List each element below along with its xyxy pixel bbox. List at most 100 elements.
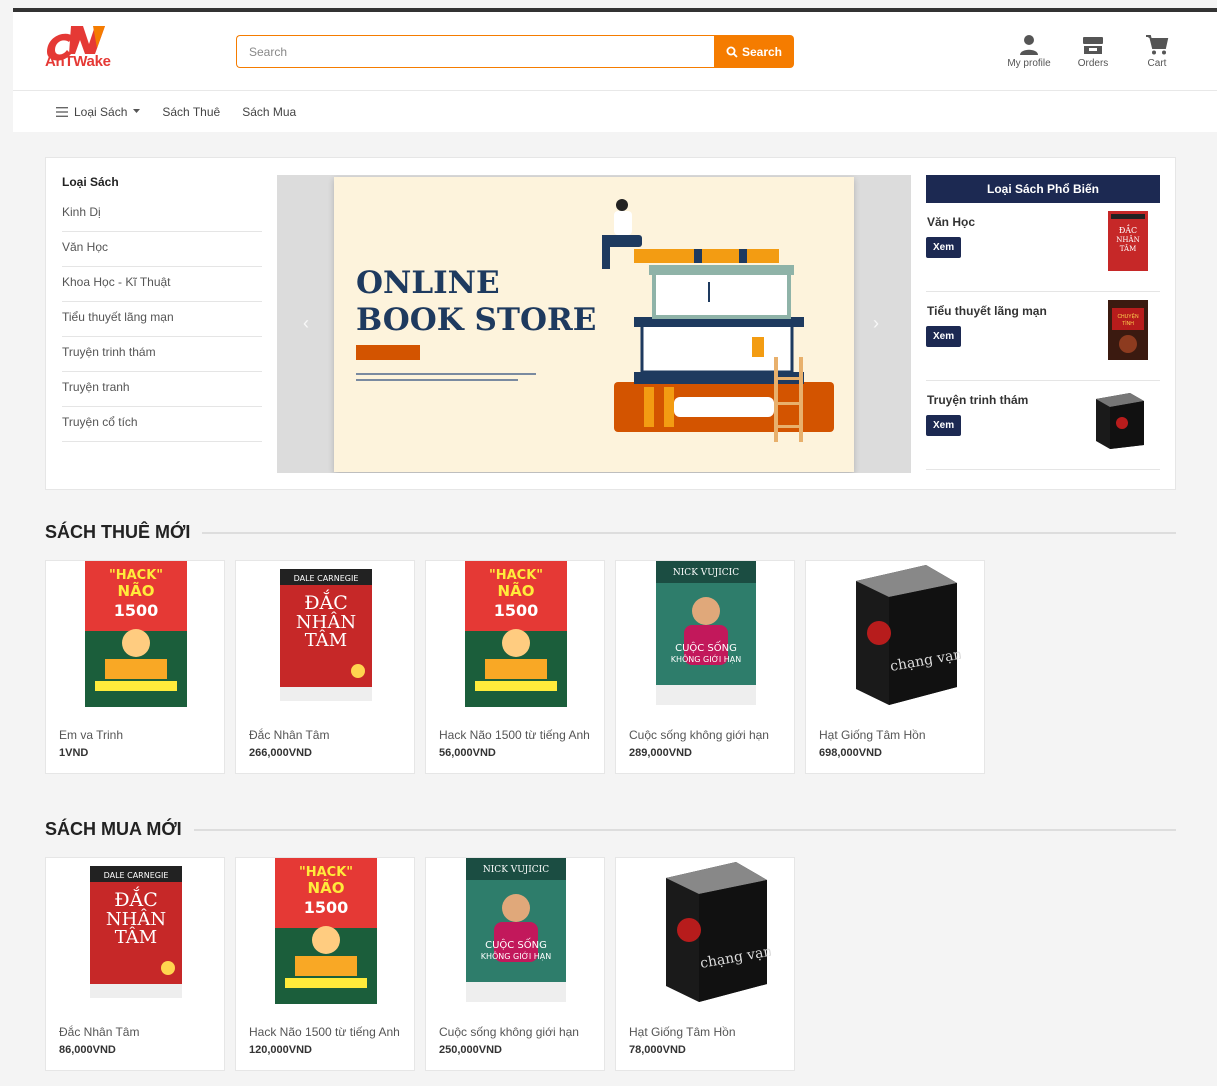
category-item[interactable]: Truyện trinh thám	[62, 337, 262, 372]
book-price: 289,000VND	[629, 747, 692, 759]
svg-text:ĐẮC: ĐẮC	[304, 589, 348, 614]
carousel-next-arrow[interactable]: ›	[873, 313, 879, 334]
book-cover: chạng vạng	[806, 561, 986, 713]
banner-title-line1: ONLINE	[356, 265, 500, 301]
book-name: Hack Não 1500 từ tiếng Anh	[249, 1025, 400, 1039]
category-item[interactable]: Văn Học	[62, 232, 262, 267]
svg-text:"HACK": "HACK"	[489, 568, 543, 583]
book-name: Hack Não 1500 từ tiếng Anh	[439, 728, 590, 742]
book-name: Cuộc sống không giới hạn	[439, 1025, 579, 1039]
section-rent-books: SÁCH THUÊ MỚI	[45, 522, 1176, 543]
book-card[interactable]: chạng vạng Hạt Giống Tâm Hồn 78,000VND	[615, 857, 795, 1071]
book-price: 1VND	[59, 747, 89, 759]
nav-categories-label: Loại Sách	[74, 104, 128, 119]
category-sidebar-title: Loại Sách	[62, 175, 119, 189]
section-buy-title: SÁCH MUA MỚI	[45, 819, 182, 839]
book-cover: NICK VUJICIC CUỘC SỐNG KHÔNG GIỚI HẠN	[426, 858, 606, 1010]
book-card[interactable]: "HACK" NÃO 1500 Em va Trinh 1VND	[45, 560, 225, 774]
book-card[interactable]: "HACK" NÃO 1500 Hack Não 1500 từ tiếng Anh…	[235, 857, 415, 1071]
nav-categories-dropdown[interactable]: Loại Sách	[56, 104, 141, 119]
popular-view-button[interactable]: Xem	[926, 326, 962, 347]
popular-categories: Loại Sách Phổ Biến Văn Học Xem ĐẮC NHÂN TÂ…	[926, 175, 1160, 470]
category-item[interactable]: Truyện tranh	[62, 372, 262, 407]
banner-slide[interactable]: ONLINE BOOK STORE	[334, 177, 854, 472]
book-card[interactable]: NICK VUJICIC CUỘC SỐNG KHÔNG GIỚI HẠN Cuộc…	[615, 560, 795, 774]
svg-text:KHÔNG GIỚI HẠN: KHÔNG GIỚI HẠN	[481, 950, 552, 962]
book-cover: "HACK" NÃO 1500	[46, 561, 226, 713]
svg-text:CUỘC SỐNG: CUỘC SỐNG	[485, 937, 547, 951]
book-price: 698,000VND	[819, 747, 882, 759]
book-card[interactable]: DALE CARNEGIE ĐẮC NHÂN TÂM Đắc Nhân Tâm 86,…	[45, 857, 225, 1071]
category-sidebar: Loại Sách Kinh Dị Văn Học Khoa Học - Kĩ …	[62, 175, 262, 442]
book-cover-hack-nao: "HACK"NÃO1500	[275, 858, 377, 1004]
cart-icon	[1146, 35, 1169, 55]
caret-down-icon	[133, 109, 141, 113]
user-icon	[1020, 35, 1038, 55]
nav-buy-books[interactable]: Sách Mua	[242, 105, 296, 119]
category-item[interactable]: Kinh Dị	[62, 197, 262, 232]
book-cover-dac-nhan-tam: ĐẮCNHÂNTÂM	[1108, 211, 1148, 271]
hamburger-icon	[56, 106, 68, 117]
svg-text:NÃO: NÃO	[308, 878, 345, 897]
popular-item-name: Tiểu thuyết lãng mạn	[927, 304, 1047, 318]
book-cover: DALE CARNEGIE ĐẮC NHÂN TÂM	[46, 858, 226, 1010]
book-cover-cuoc-song: NICK VUJICIC CUỘC SỐNGKHÔNG GIỚI HẠN	[466, 858, 566, 1002]
svg-text:"HACK": "HACK"	[109, 568, 163, 583]
svg-text:ĐẮC: ĐẮC	[1119, 225, 1137, 235]
banner-carousel: ‹ › ONLINE BOOK STORE	[277, 175, 911, 473]
banner-see-more-button[interactable]	[356, 345, 420, 360]
book-price: 250,000VND	[439, 1044, 502, 1056]
svg-text:CHUYỆN: CHUYỆN	[1117, 312, 1139, 320]
section-divider	[193, 828, 1176, 831]
my-profile-button[interactable]: My profile	[1007, 34, 1051, 69]
category-item[interactable]: Khoa Học - Kĩ Thuật	[62, 267, 262, 302]
book-name: Hạt Giống Tâm Hồn	[819, 728, 926, 742]
book-cover: DALE CARNEGIE ĐẮC NHÂN TÂM	[236, 561, 416, 713]
book-cover-cuoc-song: NICK VUJICIC CUỘC SỐNGKHÔNG GIỚI HẠN	[656, 561, 756, 705]
book-cover-dac-nhan-tam: DALE CARNEGIEĐẮCNHÂNTÂM	[280, 569, 372, 701]
svg-text:1500: 1500	[494, 601, 539, 620]
cart-button[interactable]: Cart	[1135, 34, 1179, 69]
nav-rent-books[interactable]: Sách Thuê	[162, 105, 220, 119]
popular-view-button[interactable]: Xem	[926, 237, 962, 258]
banner-fineprint	[356, 373, 536, 385]
book-name: Cuộc sống không giới hạn	[629, 728, 769, 742]
svg-text:"HACK": "HACK"	[299, 865, 353, 880]
book-price: 86,000VND	[59, 1044, 116, 1056]
book-card[interactable]: DALE CARNEGIE ĐẮC NHÂN TÂM Đắc Nhân Tâm 266…	[235, 560, 415, 774]
svg-text:NHÂN: NHÂN	[1116, 235, 1139, 244]
logo-text: AnTWake	[45, 53, 111, 70]
book-cover-chang-vang: chạng vạng	[856, 565, 961, 705]
svg-text:1500: 1500	[304, 898, 349, 917]
cart-label: Cart	[1147, 58, 1167, 69]
book-card[interactable]: NICK VUJICIC CUỘC SỐNG KHÔNG GIỚI HẠN Cuộc…	[425, 857, 605, 1071]
book-name: Đắc Nhân Tâm	[249, 728, 330, 742]
search-bar: Search	[236, 35, 794, 68]
book-card[interactable]: "HACK" NÃO 1500 Hack Não 1500 từ tiếng Anh…	[425, 560, 605, 774]
site-header: AnTWake Search My profile Orders Cart	[13, 12, 1217, 90]
svg-text:TÂM: TÂM	[1120, 244, 1137, 253]
category-item[interactable]: Truyện cổ tích	[62, 407, 262, 442]
svg-text:DALE CARNEGIE: DALE CARNEGIE	[104, 871, 169, 880]
book-price: 120,000VND	[249, 1044, 312, 1056]
book-cover-hack-nao: "HACK"NÃO1500	[85, 561, 187, 707]
book-cover: "HACK" NÃO 1500	[426, 561, 606, 713]
carousel-prev-arrow[interactable]: ‹	[303, 313, 309, 334]
buy-books-grid: DALE CARNEGIE ĐẮC NHÂN TÂM Đắc Nhân Tâm 86,…	[45, 857, 795, 1071]
category-item[interactable]: Tiểu thuyết lãng mạn	[62, 302, 262, 337]
search-input[interactable]	[236, 35, 714, 68]
book-price: 78,000VND	[629, 1044, 686, 1056]
section-rent-title: SÁCH THUÊ MỚI	[45, 522, 191, 542]
popular-item-name: Truyện trinh thám	[927, 393, 1029, 407]
popular-item: Truyện trinh thám Xem	[926, 381, 1160, 470]
popular-view-button[interactable]: Xem	[926, 415, 962, 436]
popular-item-name: Văn Học	[927, 215, 976, 229]
svg-text:DALE CARNEGIE: DALE CARNEGIE	[294, 574, 359, 583]
book-card[interactable]: chạng vạng Hạt Giống Tâm Hồn 698,000VND	[805, 560, 985, 774]
search-button[interactable]: Search	[714, 35, 794, 68]
orders-button[interactable]: Orders	[1071, 34, 1115, 69]
orders-label: Orders	[1077, 58, 1109, 69]
search-icon	[726, 46, 738, 58]
svg-text:NICK VUJICIC: NICK VUJICIC	[673, 568, 739, 578]
section-buy-books: SÁCH MUA MỚI	[45, 819, 1176, 840]
